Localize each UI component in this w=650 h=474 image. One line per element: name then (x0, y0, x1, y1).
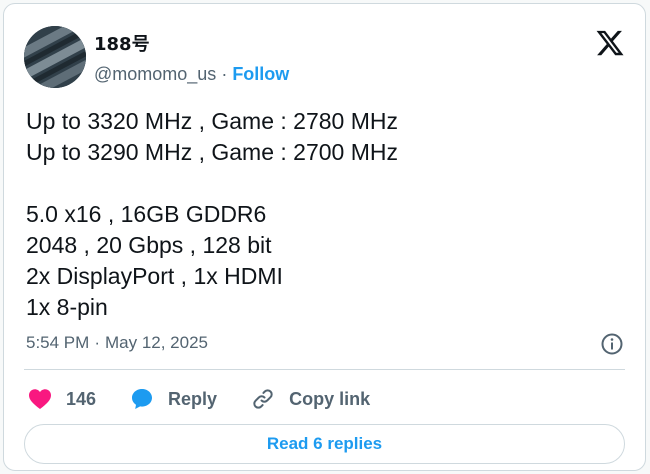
reply-button[interactable]: Reply (130, 387, 217, 411)
heart-icon (28, 388, 52, 410)
timestamp-separator: · (94, 333, 100, 352)
like-count: 146 (66, 388, 97, 409)
copy-link-button[interactable]: Copy link (251, 387, 370, 411)
timestamp-date: May 12, 2025 (104, 333, 208, 352)
tweet-line: 5.0 x16 , 16GB GDDR6 (26, 201, 267, 227)
tweet-card: 188号 @momomo_us · Follow Up to 3320 MHz , … (3, 3, 646, 471)
tweet-line: Up to 3290 MHz , Game : 2700 MHz (26, 139, 398, 165)
speech-bubble-icon (130, 387, 154, 411)
handle-separator: · (221, 64, 228, 84)
tweet-text: Up to 3320 MHz , Game : 2780 MHz Up to 3… (26, 106, 398, 323)
avatar-image (24, 26, 86, 88)
author-display-name[interactable]: 188号 (94, 34, 150, 56)
x-logo-icon[interactable] (595, 28, 625, 58)
follow-button[interactable]: Follow (232, 64, 289, 84)
timestamp[interactable]: 5:54 PM · May 12, 2025 (26, 332, 208, 354)
tweet-line: Up to 3320 MHz , Game : 2780 MHz (26, 108, 398, 134)
info-icon[interactable] (600, 332, 624, 356)
read-replies-label: Read 6 replies (266, 434, 383, 453)
avatar[interactable] (24, 26, 86, 88)
tweet-line: 2x DisplayPort , 1x HDMI (26, 263, 283, 289)
action-bar: 146 Reply Copy link (28, 384, 404, 414)
author-handle[interactable]: @momomo_us (94, 64, 216, 84)
reply-label: Reply (168, 388, 218, 409)
divider (24, 369, 625, 370)
author-handle-row: @momomo_us · Follow (94, 62, 289, 86)
tweet-line: 2048 , 20 Gbps , 128 bit (26, 232, 272, 258)
link-icon (251, 387, 275, 411)
timestamp-time: 5:54 PM (26, 333, 90, 352)
like-button[interactable]: 146 (28, 388, 96, 410)
copy-link-label: Copy link (289, 388, 371, 409)
read-replies-button[interactable]: Read 6 replies (24, 424, 625, 464)
tweet-line: 1x 8-pin (26, 294, 108, 320)
